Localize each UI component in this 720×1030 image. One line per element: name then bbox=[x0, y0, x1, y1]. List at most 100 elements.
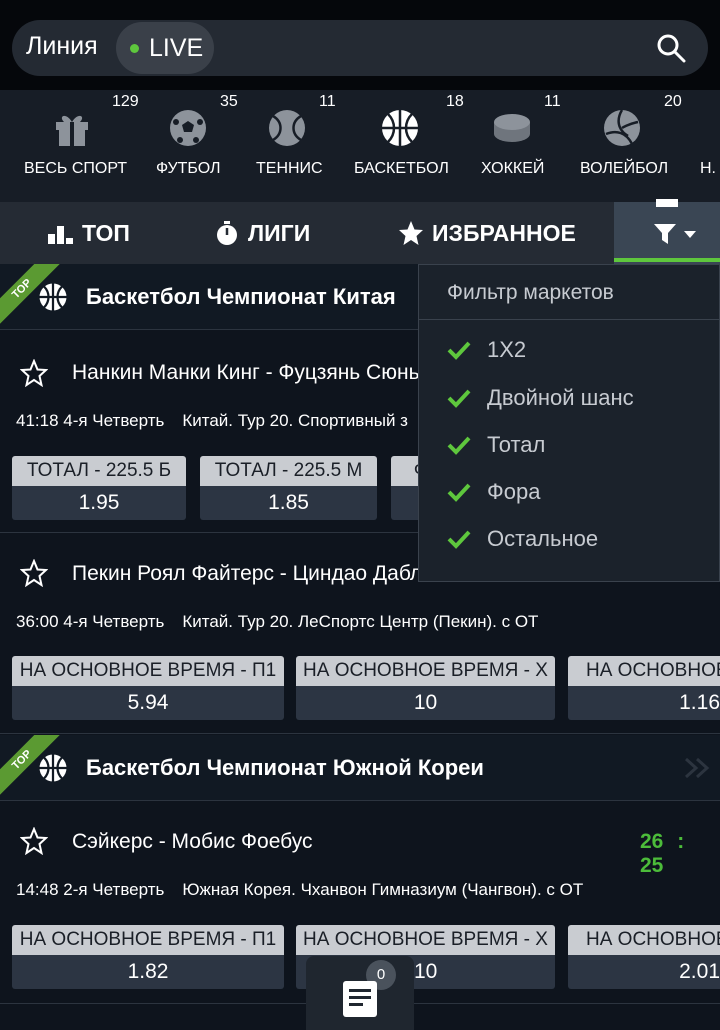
sport-volleyball[interactable]: 20 ВОЛЕЙБОЛ bbox=[564, 90, 684, 202]
tab-top[interactable]: ТОП bbox=[48, 202, 130, 264]
tab-top-label: ТОП bbox=[82, 219, 130, 246]
match-meta: 14:48 2-я Четверть Южная Корея. Чханвон Г… bbox=[16, 880, 583, 900]
odd-button[interactable]: ТОТАЛ - 225.5 Б 1.95 bbox=[12, 456, 186, 520]
gift-icon bbox=[56, 115, 88, 146]
odd-button[interactable]: НА ОСНОВНОЕ ВРЕМЯ - П1 5.94 bbox=[12, 656, 284, 720]
bar-chart-icon bbox=[48, 226, 73, 244]
star-filled-icon bbox=[399, 221, 423, 245]
score-separator: : bbox=[677, 830, 685, 853]
soccer-ball-icon bbox=[170, 110, 206, 146]
basketball-icon bbox=[382, 110, 418, 146]
match-meta: 36:00 4-я Четверть Китай. Тур 20. ЛеСпорт… bbox=[16, 612, 538, 632]
tab-favorites-label: ИЗБРАННОЕ bbox=[432, 219, 576, 246]
odd-button[interactable]: НА ОСНОВНОЕ ВРЕМЯ - П1 1.82 bbox=[12, 925, 284, 989]
basketball-icon bbox=[39, 283, 67, 311]
filter-indicator bbox=[656, 199, 678, 207]
odd-button[interactable]: НА ОСНОВНОЕ 2.01 bbox=[568, 925, 720, 989]
filter-option-label: Фора bbox=[487, 479, 541, 504]
tab-favorites[interactable]: ИЗБРАННОЕ bbox=[398, 202, 576, 264]
league-title: Баскетбол Чемпионат Южной Кореи bbox=[86, 755, 484, 780]
odd-value: 1.82 bbox=[12, 955, 284, 989]
live-dot-icon bbox=[130, 43, 139, 53]
top-bar: Линия LIVE bbox=[0, 0, 720, 90]
mode-live-button[interactable]: LIVE bbox=[116, 22, 214, 74]
odd-button[interactable]: НА ОСНОВНОЕ 1.16 bbox=[568, 656, 720, 720]
match-teams: Сэйкерс - Мобис Фоебус bbox=[72, 830, 313, 853]
checkmark-icon bbox=[447, 389, 471, 408]
filter-option[interactable]: Двойной шанс bbox=[447, 383, 634, 413]
odd-value: 1.85 bbox=[200, 486, 377, 520]
document-icon bbox=[343, 981, 377, 1017]
sport-label: ВЕСЬ СПОРТ bbox=[24, 160, 128, 177]
filter-title: Фильтр маркетов bbox=[447, 281, 614, 304]
chevron-double-right-icon[interactable] bbox=[684, 757, 710, 779]
hockey-puck-icon bbox=[494, 114, 530, 142]
star-outline-icon[interactable] bbox=[20, 827, 48, 855]
sport-next[interactable]: Н. bbox=[684, 90, 720, 202]
odd-name: НА ОСНОВНОЕ bbox=[568, 925, 720, 955]
sport-football[interactable]: 35 ФУТБОЛ bbox=[144, 90, 244, 202]
tab-leagues-label: ЛИГИ bbox=[248, 219, 311, 246]
star-outline-icon[interactable] bbox=[20, 359, 48, 387]
match-location: Китай. Тур 20. ЛеСпортс Центр (Пекин). с… bbox=[182, 612, 539, 631]
search-icon[interactable] bbox=[656, 33, 686, 63]
basketball-icon bbox=[39, 754, 67, 782]
filter-option[interactable]: Фора bbox=[447, 477, 540, 507]
sport-label: ВОЛЕЙБОЛ bbox=[580, 160, 669, 177]
sport-tennis[interactable]: 11 ТЕННИС bbox=[244, 90, 344, 202]
tab-leagues[interactable]: ЛИГИ bbox=[214, 202, 310, 264]
odd-name: ТОТАЛ - 225.5 Б bbox=[12, 456, 186, 486]
match-time: 36:00 4-я Четверть bbox=[16, 612, 165, 631]
filter-funnel-icon bbox=[654, 224, 676, 244]
odd-value: 10 bbox=[296, 686, 555, 720]
filter-option[interactable]: 1X2 bbox=[447, 335, 526, 365]
filter-option-label: Остальное bbox=[487, 526, 599, 551]
league-header[interactable]: TOP Баскетбол Чемпионат Южной Кореи bbox=[0, 735, 720, 802]
score-home: 26 bbox=[640, 830, 664, 853]
checkmark-icon bbox=[447, 483, 471, 502]
sport-label: ХОККЕЙ bbox=[481, 160, 545, 177]
match-score: 26 : 25 bbox=[640, 830, 720, 878]
filter-option[interactable]: Остальное bbox=[447, 524, 598, 554]
match-teams: Пекин Роял Файтерс - Циндао Дабл bbox=[72, 562, 423, 585]
odd-value: 1.16 bbox=[568, 686, 720, 720]
sport-all[interactable]: 129 ВЕСЬ СПОРТ bbox=[0, 90, 144, 202]
chevron-down-icon bbox=[684, 231, 696, 238]
odd-value: 5.94 bbox=[12, 686, 284, 720]
sport-hockey[interactable]: 11 ХОККЕЙ bbox=[464, 90, 564, 202]
odd-name: НА ОСНОВНОЕ ВРЕМЯ - Х bbox=[296, 656, 555, 686]
market-filter-dropdown: Фильтр маркетов 1X2 Двойной шанс Тотал Ф… bbox=[418, 264, 720, 582]
odd-name: НА ОСНОВНОЕ ВРЕМЯ - П1 bbox=[12, 656, 284, 686]
filter-option-label: 1X2 bbox=[487, 337, 527, 362]
star-outline-icon[interactable] bbox=[20, 559, 48, 587]
sport-count: 35 bbox=[220, 93, 238, 110]
score-away: 25 bbox=[640, 854, 664, 877]
sport-label: Н. bbox=[700, 160, 716, 177]
odd-button[interactable]: НА ОСНОВНОЕ ВРЕМЯ - Х 10 bbox=[296, 656, 555, 720]
volleyball-icon bbox=[604, 109, 640, 146]
sports-carousel[interactable]: 129 ВЕСЬ СПОРТ 35 ФУТБОЛ 11 ТЕННИС 18 БА… bbox=[0, 90, 720, 202]
stopwatch-icon bbox=[217, 221, 237, 245]
tab-bar: ТОП ЛИГИ ИЗБРАННОЕ bbox=[0, 202, 720, 264]
divider bbox=[419, 319, 720, 320]
match-meta: 41:18 4-я Четверть Китай. Тур 20. Спортив… bbox=[16, 411, 408, 431]
match-time: 14:48 2-я Четверть bbox=[16, 880, 165, 899]
mode-line-button[interactable]: Линия bbox=[26, 32, 98, 61]
sport-count: 129 bbox=[112, 93, 139, 110]
sport-count: 20 bbox=[664, 93, 682, 110]
tennis-ball-icon bbox=[269, 110, 305, 146]
odd-value: 1.95 bbox=[12, 486, 186, 520]
league-title: Баскетбол Чемпионат Китая bbox=[86, 284, 396, 309]
sport-count: 11 bbox=[544, 93, 561, 110]
match-location: Южная Корея. Чханвон Гимназиум (Чангвон)… bbox=[182, 880, 584, 899]
bet-slip-button[interactable]: 0 bbox=[306, 956, 414, 1030]
odd-name: ТОТАЛ - 225.5 М bbox=[200, 456, 377, 486]
filter-tab[interactable] bbox=[614, 202, 720, 264]
odd-button[interactable]: ТОТАЛ - 225.5 М 1.85 bbox=[200, 456, 377, 520]
sport-label: ТЕННИС bbox=[256, 160, 323, 177]
filter-option[interactable]: Тотал bbox=[447, 430, 545, 460]
sport-basketball[interactable]: 18 БАСКЕТБОЛ bbox=[344, 90, 464, 202]
sport-count: 18 bbox=[446, 93, 464, 110]
odd-name: НА ОСНОВНОЕ ВРЕМЯ - Х bbox=[296, 925, 555, 955]
odd-name: НА ОСНОВНОЕ bbox=[568, 656, 720, 686]
